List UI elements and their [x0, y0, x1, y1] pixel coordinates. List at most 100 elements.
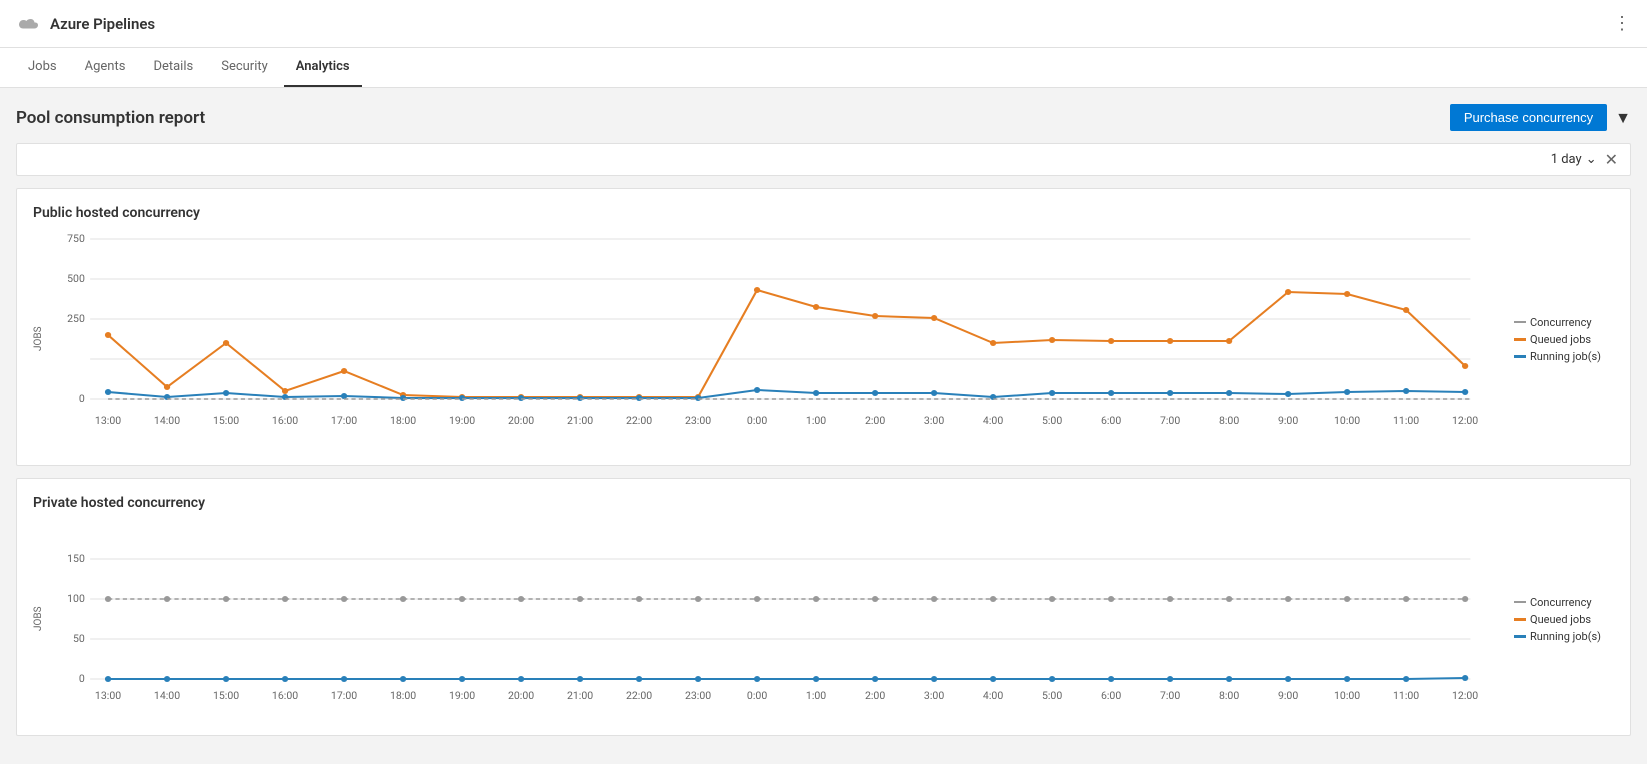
svg-text:50: 50	[73, 632, 85, 645]
svg-text:17:00: 17:00	[331, 414, 357, 427]
svg-text:13:00: 13:00	[95, 689, 121, 702]
svg-text:16:00: 16:00	[272, 414, 298, 427]
legend-concurrency: Concurrency	[1514, 316, 1614, 329]
private-legend-running: Running job(s)	[1514, 630, 1614, 643]
svg-text:1:00: 1:00	[806, 414, 827, 427]
svg-text:100: 100	[67, 592, 85, 605]
svg-text:10:00: 10:00	[1334, 689, 1360, 702]
private-legend-queued: Queued jobs	[1514, 613, 1614, 626]
svg-text:13:00: 13:00	[95, 414, 121, 427]
private-chart-legend: Concurrency Queued jobs Running job(s)	[1514, 519, 1614, 719]
svg-text:16:00: 16:00	[272, 689, 298, 702]
private-chart-y-label: JOBS	[33, 519, 44, 719]
public-chart-section: Public hosted concurrency JOBS 750 500 2…	[16, 188, 1631, 466]
svg-text:0: 0	[79, 392, 85, 405]
svg-text:19:00: 19:00	[449, 689, 475, 702]
private-chart-area: 150 100 50 0 13:00 14:00 15:00 16:00 17:…	[48, 519, 1502, 719]
app-title: Azure Pipelines	[50, 15, 155, 33]
nav-bar: Jobs Agents Details Security Analytics	[0, 48, 1647, 88]
tab-agents[interactable]: Agents	[73, 47, 138, 87]
more-options-icon[interactable]: ⋮	[1613, 13, 1631, 34]
header-actions: Purchase concurrency ▼	[1450, 104, 1631, 131]
svg-text:15:00: 15:00	[213, 689, 239, 702]
svg-text:7:00: 7:00	[1160, 414, 1181, 427]
legend-queued: Queued jobs	[1514, 333, 1614, 346]
svg-text:19:00: 19:00	[449, 414, 475, 427]
public-chart-y-label: JOBS	[33, 229, 44, 449]
svg-text:5:00: 5:00	[1042, 689, 1063, 702]
chevron-down-icon: ⌄	[1586, 152, 1597, 167]
svg-text:18:00: 18:00	[390, 414, 416, 427]
svg-text:21:00: 21:00	[567, 689, 593, 702]
legend-running-color	[1514, 355, 1526, 358]
private-legend-queued-label: Queued jobs	[1530, 613, 1591, 626]
svg-text:11:00: 11:00	[1393, 414, 1419, 427]
svg-text:8:00: 8:00	[1219, 689, 1240, 702]
private-chart-container: JOBS 150 100 50 0 13:00 14:00 15:00	[33, 519, 1614, 719]
svg-text:2:00: 2:00	[865, 689, 886, 702]
public-chart-title: Public hosted concurrency	[33, 205, 1614, 221]
svg-text:11:00: 11:00	[1393, 689, 1419, 702]
svg-text:14:00: 14:00	[154, 414, 180, 427]
legend-concurrency-label: Concurrency	[1530, 316, 1592, 329]
tab-details[interactable]: Details	[141, 47, 205, 87]
svg-text:6:00: 6:00	[1101, 414, 1122, 427]
private-legend-concurrency: Concurrency	[1514, 596, 1614, 609]
day-select[interactable]: 1 day ⌄	[1551, 152, 1597, 167]
purchase-concurrency-button[interactable]: Purchase concurrency	[1450, 104, 1607, 131]
svg-text:22:00: 22:00	[626, 414, 652, 427]
legend-concurrency-color	[1514, 321, 1526, 323]
private-legend-running-label: Running job(s)	[1530, 630, 1601, 643]
top-bar: Azure Pipelines ⋮	[0, 0, 1647, 48]
svg-text:3:00: 3:00	[924, 689, 945, 702]
public-chart-container: JOBS 750 500 250 0 13:00 14:00	[33, 229, 1614, 449]
public-chart-legend: Concurrency Queued jobs Running job(s)	[1514, 229, 1614, 449]
private-legend-queued-color	[1514, 618, 1526, 621]
svg-text:23:00: 23:00	[685, 414, 711, 427]
private-chart-title: Private hosted concurrency	[33, 495, 1614, 511]
svg-text:15:00: 15:00	[213, 414, 239, 427]
filter-icon[interactable]: ▼	[1615, 108, 1631, 128]
page-content: Pool consumption report Purchase concurr…	[0, 88, 1647, 764]
svg-text:4:00: 4:00	[983, 689, 1004, 702]
top-bar-left: Azure Pipelines	[16, 12, 155, 36]
private-legend-concurrency-color	[1514, 601, 1526, 603]
svg-text:20:00: 20:00	[508, 689, 534, 702]
svg-text:21:00: 21:00	[567, 414, 593, 427]
tab-security[interactable]: Security	[209, 47, 280, 87]
legend-running-label: Running job(s)	[1530, 350, 1601, 363]
svg-text:4:00: 4:00	[983, 414, 1004, 427]
svg-text:0: 0	[79, 672, 85, 685]
svg-text:750: 750	[67, 232, 85, 245]
cloud-icon	[16, 12, 40, 36]
svg-text:8:00: 8:00	[1219, 414, 1240, 427]
svg-text:1:00: 1:00	[806, 689, 827, 702]
svg-text:5:00: 5:00	[1042, 414, 1063, 427]
svg-text:23:00: 23:00	[685, 689, 711, 702]
svg-text:6:00: 6:00	[1101, 689, 1122, 702]
svg-text:17:00: 17:00	[331, 689, 357, 702]
filter-bar: 1 day ⌄ ✕	[16, 143, 1631, 176]
legend-queued-label: Queued jobs	[1530, 333, 1591, 346]
svg-text:9:00: 9:00	[1278, 689, 1299, 702]
svg-text:2:00: 2:00	[865, 414, 886, 427]
svg-text:500: 500	[67, 272, 85, 285]
public-chart-area: 750 500 250 0 13:00 14:00 15:00 16:00 17…	[48, 229, 1502, 449]
svg-text:250: 250	[67, 312, 85, 325]
tab-analytics[interactable]: Analytics	[284, 47, 362, 87]
svg-text:0:00: 0:00	[747, 689, 768, 702]
svg-text:3:00: 3:00	[924, 414, 945, 427]
svg-text:10:00: 10:00	[1334, 414, 1360, 427]
day-select-label: 1 day	[1551, 152, 1582, 167]
svg-text:14:00: 14:00	[154, 689, 180, 702]
private-legend-concurrency-label: Concurrency	[1530, 596, 1592, 609]
svg-text:12:00: 12:00	[1452, 414, 1478, 427]
tab-jobs[interactable]: Jobs	[16, 47, 69, 87]
filter-close-button[interactable]: ✕	[1605, 150, 1618, 169]
svg-text:0:00: 0:00	[747, 414, 768, 427]
top-bar-right: ⋮	[1613, 13, 1631, 34]
svg-text:7:00: 7:00	[1160, 689, 1181, 702]
svg-text:22:00: 22:00	[626, 689, 652, 702]
legend-queued-color	[1514, 338, 1526, 341]
private-legend-running-color	[1514, 635, 1526, 638]
